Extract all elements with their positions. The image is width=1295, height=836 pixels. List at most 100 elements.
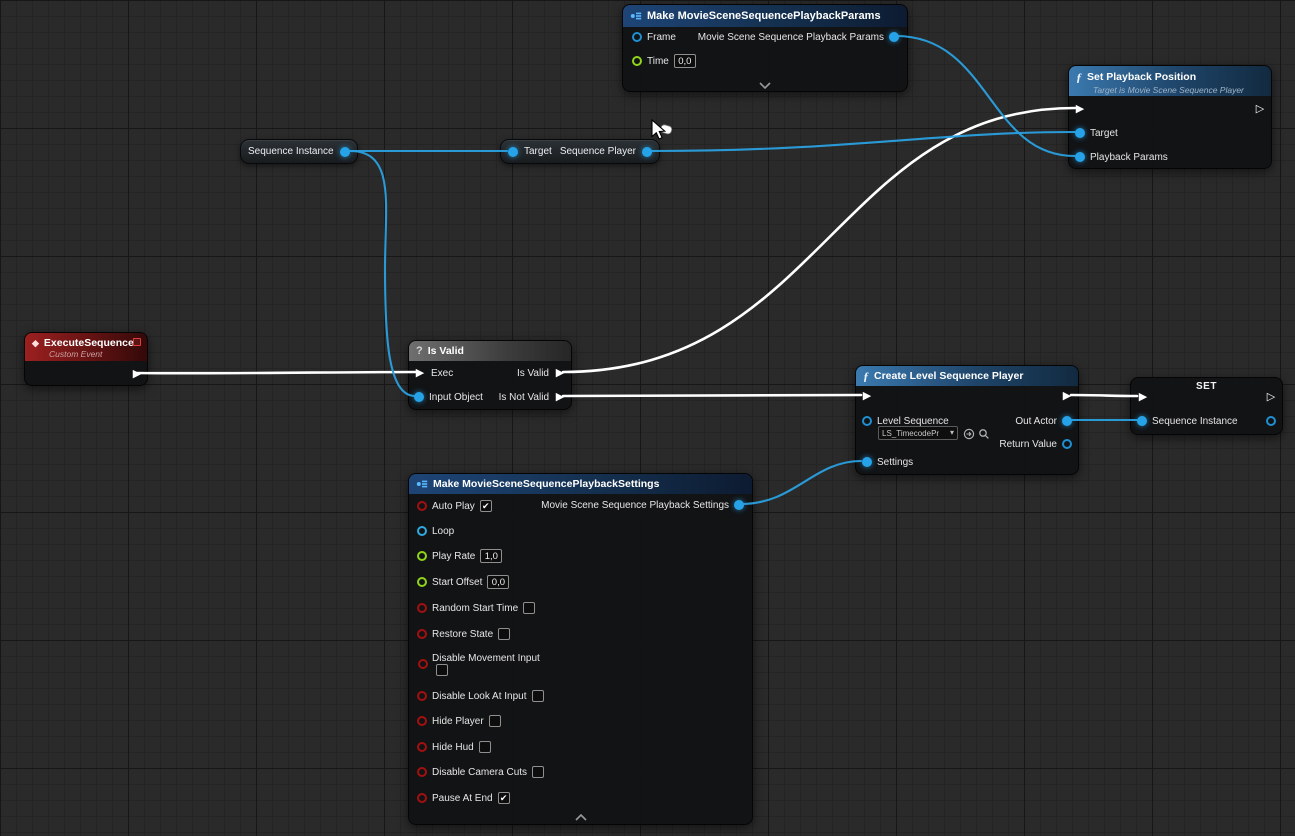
pin-sequence-instance-in[interactable] <box>1137 416 1147 426</box>
pin-target-in[interactable] <box>508 147 518 157</box>
exec-out-pin[interactable]: ▷ <box>1254 104 1266 115</box>
pin-out-actor[interactable] <box>1062 416 1072 426</box>
pin-input-object[interactable] <box>414 392 424 402</box>
pin-loop[interactable] <box>417 526 427 536</box>
pin-pause-at-end-label: Pause At End <box>432 793 493 804</box>
pin-sequence-instance-out[interactable] <box>1266 416 1276 426</box>
pin-return-value[interactable] <box>1062 439 1072 449</box>
pin-level-sequence[interactable] <box>862 416 872 426</box>
node-header: Make MovieSceneSequencePlaybackParams <box>623 5 907 27</box>
node-subtitle: Custom Event <box>49 349 147 359</box>
pin-disable-look-at-input[interactable] <box>417 691 427 701</box>
exec-out-is-not-valid-label: Is Not Valid <box>499 392 549 403</box>
node-title: Make MovieSceneSequencePlaybackSettings <box>433 478 659 490</box>
exec-out-is-valid-label: Is Valid <box>517 368 549 379</box>
pin-input-object-label: Input Object <box>429 392 483 403</box>
pin-target[interactable] <box>1075 128 1085 138</box>
auto-play-checkbox[interactable]: ✔ <box>480 500 492 512</box>
play-rate-input[interactable]: 1,0 <box>480 549 502 563</box>
event-diamond-icon: ◆ <box>32 338 39 349</box>
pin-auto-play[interactable] <box>417 501 427 511</box>
function-icon: ƒ <box>1076 70 1082 85</box>
node-create-level-sequence-player[interactable]: ƒ Create Level Sequence Player ▶ ▶ Level… <box>855 365 1079 475</box>
node-set-sequence-instance[interactable]: SET ▶ ▷ Sequence Instance <box>1130 377 1283 435</box>
exec-out-pin[interactable]: ▶ <box>131 369 143 380</box>
wire-exec-executesequence-to-isvalid[interactable] <box>137 372 417 373</box>
random-start-time-checkbox[interactable] <box>523 602 535 614</box>
event-override-square <box>133 338 141 346</box>
make-struct-icon <box>416 478 428 490</box>
exec-in-pin[interactable]: ▶ <box>861 391 873 402</box>
browse-asset-icon[interactable] <box>977 427 990 440</box>
wire-exec-createplayer-to-set[interactable] <box>1071 395 1137 396</box>
node-title: ExecuteSequence <box>44 337 134 349</box>
pin-frame[interactable] <box>632 32 642 42</box>
restore-state-checkbox[interactable] <box>498 628 510 640</box>
pin-restore-state[interactable] <box>417 629 427 639</box>
pin-hide-hud-label: Hide Hud <box>432 742 474 753</box>
collapse-chevron-down-icon[interactable] <box>758 81 772 89</box>
pin-playback-settings-out-label: Movie Scene Sequence Playback Settings <box>541 500 729 511</box>
pin-disable-camera-cuts[interactable] <box>417 767 427 777</box>
disable-look-at-input-checkbox[interactable] <box>532 690 544 702</box>
pin-pause-at-end[interactable] <box>417 793 427 803</box>
pause-at-end-checkbox[interactable]: ✔ <box>498 792 510 804</box>
pin-time-label: Time <box>647 56 669 67</box>
node-get-sequence-instance[interactable]: Sequence Instance <box>240 139 358 164</box>
node-title: SET <box>1131 381 1282 392</box>
exec-in-pin[interactable]: ▶ <box>1074 104 1086 115</box>
pin-random-start-time[interactable] <box>417 603 427 613</box>
pin-settings[interactable] <box>862 457 872 467</box>
pin-target-label: Target <box>1090 128 1118 139</box>
exec-out-pin[interactable]: ▷ <box>1265 392 1277 403</box>
node-make-playback-params[interactable]: Make MovieSceneSequencePlaybackParams Fr… <box>622 4 908 92</box>
mouse-cursor <box>648 118 678 151</box>
hide-hud-checkbox[interactable] <box>479 741 491 753</box>
pin-play-rate-label: Play Rate <box>432 551 475 562</box>
asset-name: LS_TimecodePr <box>882 429 939 438</box>
wire-obj-sequenceinstance-to-inputobject[interactable] <box>350 151 415 396</box>
pin-random-start-time-label: Random Start Time <box>432 603 518 614</box>
disable-camera-cuts-checkbox[interactable] <box>532 766 544 778</box>
pin-disable-movement-input[interactable] <box>418 659 428 669</box>
pin-hide-player-label: Hide Player <box>432 716 484 727</box>
pin-start-offset[interactable] <box>417 577 427 587</box>
use-selected-asset-icon[interactable] <box>962 427 975 440</box>
node-get-sequence-player[interactable]: Target Sequence Player <box>500 139 660 164</box>
exec-in-pin[interactable]: ▶ <box>1137 392 1149 403</box>
exec-in-label: Exec <box>431 368 453 379</box>
exec-out-is-valid-pin[interactable]: ▶ <box>554 368 566 379</box>
node-is-valid[interactable]: ? Is Valid ▶ Exec ▶ Is Valid Input Objec… <box>408 340 572 410</box>
pin-time[interactable] <box>632 56 642 66</box>
exec-in-pin[interactable]: ▶ <box>414 368 426 379</box>
pin-playback-settings-out[interactable] <box>734 500 744 510</box>
exec-out-is-not-valid-pin[interactable]: ▶ <box>554 392 566 403</box>
disable-movement-input-checkbox[interactable] <box>436 664 448 676</box>
blueprint-graph-canvas[interactable]: { "colors": { "exec_pin": "#ffffff", "ob… <box>0 0 1295 836</box>
pin-playback-params-out[interactable] <box>889 32 899 42</box>
variable-label: Sequence Instance <box>248 146 334 157</box>
pin-target-in-label: Target <box>524 146 552 157</box>
pin-play-rate[interactable] <box>417 551 427 561</box>
node-make-playback-settings[interactable]: Make MovieSceneSequencePlaybackSettings … <box>408 473 753 825</box>
wire-exec-isnotvalid-to-createplayer[interactable] <box>563 395 861 396</box>
asset-select-dropdown[interactable]: LS_TimecodePr ▾ <box>878 426 958 440</box>
time-value-input[interactable]: 0,0 <box>674 54 696 68</box>
pin-start-offset-label: Start Offset <box>432 577 482 588</box>
pin-playback-params[interactable] <box>1075 152 1085 162</box>
hide-player-checkbox[interactable] <box>489 715 501 727</box>
wire-obj-settings-to-createplayer[interactable] <box>741 461 861 504</box>
pin-level-sequence-label: Level Sequence <box>877 416 949 427</box>
wire-obj-sequenceplayer-to-target[interactable] <box>652 132 1075 151</box>
node-set-playback-position[interactable]: ƒ Set Playback Position Target is Movie … <box>1068 65 1272 169</box>
pin-sequence-instance-out[interactable] <box>340 147 350 157</box>
pin-hide-player[interactable] <box>417 716 427 726</box>
node-execute-sequence[interactable]: ◆ ExecuteSequence Custom Event ▶ <box>24 332 148 386</box>
exec-out-pin[interactable]: ▶ <box>1061 391 1073 402</box>
node-header: ƒ Set Playback Position Target is Movie … <box>1069 66 1271 96</box>
collapse-chevron-up-icon[interactable] <box>574 813 588 821</box>
pin-hide-hud[interactable] <box>417 742 427 752</box>
start-offset-input[interactable]: 0,0 <box>487 575 509 589</box>
node-subtitle: Target is Movie Scene Sequence Player <box>1093 85 1271 95</box>
wire-obj-params-to-playbackparams[interactable] <box>896 36 1075 156</box>
